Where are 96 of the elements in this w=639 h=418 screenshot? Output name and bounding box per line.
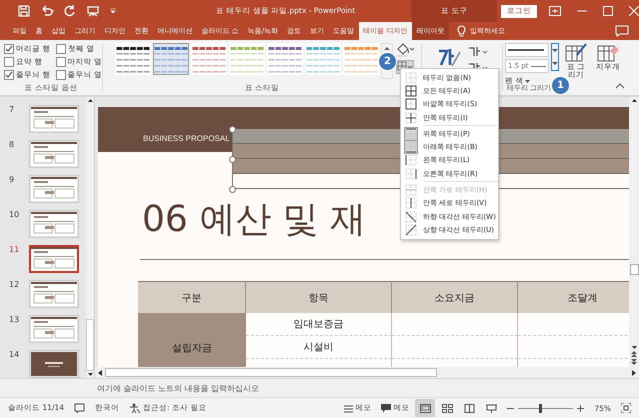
step-callout: 2 — [379, 53, 396, 70]
table-style-swatch[interactable] — [304, 43, 340, 75]
notes-icon — [344, 404, 354, 412]
view-button[interactable] — [415, 399, 436, 417]
comment-icon — [381, 404, 392, 412]
slide-number: 7 — [9, 105, 16, 116]
previous-slide-icon[interactable] — [631, 351, 637, 357]
slide-sorter-icon — [442, 404, 453, 412]
slide-thumbnail[interactable] — [29, 140, 79, 168]
scrollbar-thumb[interactable] — [105, 368, 437, 377]
scroll-up-icon[interactable] — [632, 99, 636, 102]
slide-preview-drawing — [31, 282, 77, 306]
table-header-cell: 조달계 — [518, 281, 629, 313]
table-header-cell: 소요지금 — [392, 281, 518, 313]
table-cell: 시설비 — [246, 336, 392, 359]
resize-handle[interactable] — [229, 186, 236, 193]
checkbox[interactable] — [56, 44, 66, 54]
slide-number: 10 — [9, 210, 20, 221]
collapse-ribbon-icon[interactable] — [615, 83, 625, 89]
zoom-in-icon[interactable] — [577, 404, 584, 412]
slide-thumbnail[interactable] — [29, 245, 79, 273]
checkbox[interactable] — [56, 57, 66, 67]
line-style-icon — [508, 48, 544, 52]
step-callout: 1 — [552, 77, 569, 94]
table-style-swatch[interactable] — [342, 43, 378, 75]
slide-preview-drawing — [31, 352, 77, 376]
table-header-cell: 구분 — [138, 281, 246, 313]
caret-icon — [552, 48, 558, 52]
slideshow-icon — [486, 404, 497, 412]
slide-thumbnail[interactable] — [29, 210, 79, 238]
slide-number: 8 — [9, 140, 16, 151]
scrollbar-thumb[interactable] — [630, 264, 638, 275]
table-header-cell: 항목 — [246, 281, 392, 313]
text-fill-icon[interactable] — [468, 46, 488, 58]
slide-preview-drawing — [31, 107, 77, 131]
save-icon[interactable] — [18, 5, 30, 17]
gallery-up-icon[interactable] — [384, 46, 390, 50]
caret-icon — [552, 62, 558, 66]
table-style-swatch[interactable] — [114, 43, 150, 75]
slide-thumbnail[interactable] — [29, 175, 79, 203]
table-cell: 설립자금 — [138, 313, 246, 367]
slide-number: 14 — [9, 350, 20, 361]
scroll-up-icon[interactable] — [88, 99, 92, 102]
table-style-swatch[interactable] — [152, 43, 188, 75]
table-style-swatch[interactable] — [190, 43, 226, 75]
fit-to-window-icon[interactable] — [621, 403, 631, 413]
checkbox[interactable] — [4, 70, 14, 80]
slide-thumbnail[interactable] — [29, 105, 79, 133]
lightbulb-icon — [456, 25, 466, 37]
scroll-right-icon[interactable] — [632, 370, 636, 376]
slide-number: 13 — [9, 315, 20, 326]
checkbox[interactable] — [4, 44, 14, 54]
scroll-left-icon[interactable] — [98, 370, 102, 376]
table-style-swatch[interactable] — [228, 43, 264, 75]
slide-header-text: BUSINESS PROPOSAL — [143, 134, 230, 143]
dropdown-arrows-highlight[interactable] — [551, 43, 559, 71]
scrollbar-thumb[interactable] — [86, 319, 94, 371]
comment-icon[interactable] — [615, 25, 629, 37]
checkbox[interactable] — [56, 70, 66, 80]
slide-preview-drawing — [31, 317, 77, 341]
slide-number: 11 — [9, 245, 20, 256]
zoom-slider-thumb[interactable] — [539, 404, 542, 412]
next-slide-icon[interactable] — [631, 359, 637, 365]
scroll-down-icon[interactable] — [632, 346, 636, 349]
checkbox[interactable] — [4, 57, 14, 67]
ribbon-display-icon[interactable] — [549, 6, 561, 16]
slide-preview-drawing — [31, 212, 77, 236]
resize-handle[interactable] — [229, 156, 236, 163]
normal-view-icon — [420, 404, 431, 412]
close-icon[interactable] — [629, 6, 639, 16]
pen-style-dropdown[interactable] — [505, 43, 549, 57]
slide-preview-drawing — [31, 177, 77, 201]
notes-page-icon[interactable] — [74, 403, 85, 413]
paint-bucket-icon[interactable] — [396, 43, 414, 57]
eraser-icon — [597, 43, 619, 63]
table-pen-icon — [565, 43, 587, 63]
maximize-icon[interactable] — [603, 6, 613, 16]
undo-icon[interactable] — [40, 5, 54, 17]
slide-title: 06 예산 및 재 — [142, 198, 366, 242]
reading-view-icon — [464, 404, 475, 412]
table-style-swatch[interactable] — [266, 43, 302, 75]
table-cell: 임대보증금 — [246, 313, 392, 336]
customize-icon[interactable] — [110, 8, 116, 14]
slide-preview-drawing — [31, 247, 77, 271]
slide-number: 12 — [9, 280, 20, 291]
slide-number: 9 — [9, 175, 16, 186]
scroll-down-icon[interactable] — [88, 373, 92, 376]
slide-thumbnail[interactable] — [29, 350, 79, 378]
slide-thumbnail[interactable] — [29, 315, 79, 343]
slide-thumbnail[interactable] — [29, 280, 79, 308]
notes-field[interactable]: 여기에 슬라이드 노트의 내용을 입력하십시오 — [97, 382, 260, 394]
caret-icon — [525, 80, 530, 82]
slide-preview-drawing — [31, 142, 77, 166]
accessibility-icon[interactable] — [129, 402, 141, 414]
redo-icon[interactable] — [64, 5, 76, 17]
slideshow-icon[interactable] — [86, 5, 100, 17]
